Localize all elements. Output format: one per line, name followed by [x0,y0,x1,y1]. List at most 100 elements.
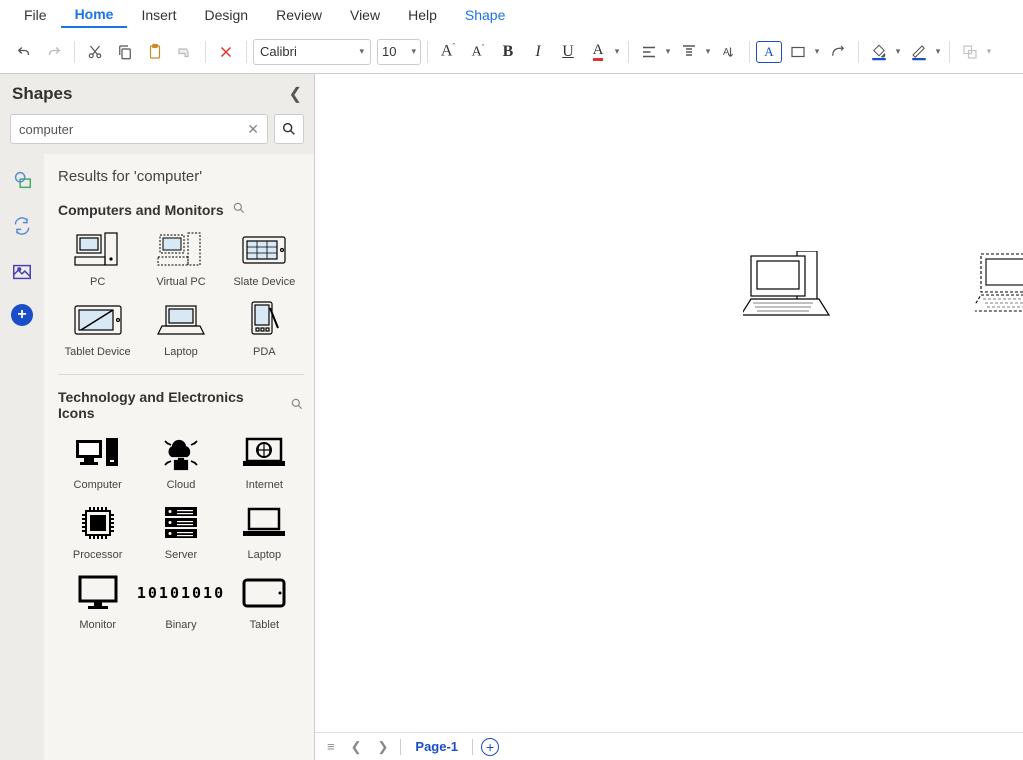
chevron-down-icon[interactable]: ▾ [703,46,713,57]
chevron-down-icon[interactable]: ▾ [812,46,822,57]
page-tab[interactable]: Page-1 [409,739,464,754]
page-tab-bar: ≡ ❮ ❯ Page-1 + [315,732,1023,760]
separator [246,41,247,63]
shape-label: Slate Device [233,276,295,288]
menu-design[interactable]: Design [190,3,262,27]
shape-internet[interactable]: Internet [225,431,304,493]
paste-button[interactable] [141,38,169,66]
arrange-button[interactable] [956,38,984,66]
add-page-button[interactable]: + [481,738,499,756]
rail-add-button[interactable]: + [11,304,33,326]
shape-label: Processor [73,549,123,561]
category-title: Computers and Monitors [58,202,224,218]
shape-label: Laptop [248,549,282,561]
menu-help[interactable]: Help [394,3,451,27]
font-name-select[interactable]: Calibri ▾ [253,39,371,65]
shape-label: Tablet [250,619,279,631]
font-size-value: 10 [382,44,396,59]
binary-row: 1010 [137,585,181,602]
undo-button[interactable] [10,38,38,66]
shape-label: Laptop [164,346,198,358]
rail-shapes-icon[interactable] [8,166,36,194]
decrease-font-button[interactable]: Aˇ [464,38,492,66]
text-block-button[interactable]: A [756,41,782,63]
shape-tablet-solid[interactable]: Tablet [225,571,304,633]
rotate-text-button[interactable]: A [715,38,743,66]
font-color-button[interactable]: A [584,38,612,66]
shape-pda[interactable]: PDA [225,298,304,360]
menu-view[interactable]: View [336,3,394,27]
canvas-shape-pc[interactable] [743,251,831,322]
copy-button[interactable] [111,38,139,66]
chevron-down-icon[interactable]: ▾ [663,46,673,57]
format-painter-button[interactable] [171,38,199,66]
shapes-panel-header: Shapes ❮ [0,74,314,114]
drawing-canvas[interactable]: ≡ ❮ ❯ Page-1 + [315,74,1023,760]
shape-tablet-device[interactable]: Tablet Device [58,298,137,360]
shape-server[interactable]: Server [141,501,220,563]
align-button[interactable] [635,38,663,66]
chevron-down-icon[interactable]: ▾ [933,46,943,57]
delete-button[interactable] [212,38,240,66]
shape-laptop[interactable]: Laptop [141,298,220,360]
canvas-shape-virtual-pc[interactable] [975,249,1023,318]
side-rail: + [0,154,44,760]
collapse-panel-button[interactable]: ❮ [289,84,302,104]
shape-tool-button[interactable] [784,38,812,66]
shape-cloud[interactable]: Cloud [141,431,220,493]
chevron-down-icon: ▾ [359,46,364,57]
increase-font-button[interactable]: Aˆ [434,38,462,66]
next-page-button[interactable]: ❯ [374,739,393,755]
separator [472,739,473,755]
shape-label: PDA [253,346,276,358]
fill-color-button[interactable] [865,38,893,66]
zoom-icon[interactable] [232,201,246,218]
shape-virtual-pc[interactable]: Virtual PC [141,228,220,290]
search-input[interactable] [19,122,247,137]
results-title: Results for 'computer' [58,168,304,185]
results-list[interactable]: Results for 'computer' Computers and Mon… [44,154,314,760]
line-color-button[interactable] [905,38,933,66]
chevron-down-icon: ▾ [411,46,416,57]
pages-menu-button[interactable]: ≡ [323,739,339,754]
connector-button[interactable] [824,38,852,66]
italic-button[interactable]: I [524,38,552,66]
shape-laptop-solid[interactable]: Laptop [225,501,304,563]
separator [427,41,428,63]
menu-review[interactable]: Review [262,3,336,27]
shape-slate-device[interactable]: Slate Device [225,228,304,290]
chevron-down-icon[interactable]: ▾ [893,46,903,57]
menu-insert[interactable]: Insert [127,3,190,27]
divider [58,374,304,375]
shape-computer[interactable]: Computer [58,431,137,493]
underline-button[interactable]: U [554,38,582,66]
category-technology-icons: Technology and Electronics Icons Compute… [58,389,304,633]
menu-file[interactable]: File [10,3,61,27]
menu-home[interactable]: Home [61,2,128,28]
menu-shape[interactable]: Shape [451,3,519,27]
chevron-down-icon[interactable]: ▾ [984,46,994,57]
shape-binary[interactable]: 10101010 Binary [141,571,220,633]
rail-refresh-icon[interactable] [8,212,36,240]
search-button[interactable] [274,114,304,144]
separator [205,41,206,63]
separator [749,41,750,63]
shape-label: Binary [165,619,196,631]
cut-button[interactable] [81,38,109,66]
font-size-select[interactable]: 10 ▾ [377,39,421,65]
shape-monitor[interactable]: Monitor [58,571,137,633]
svg-text:A: A [723,47,730,58]
redo-button[interactable] [40,38,68,66]
shape-pc[interactable]: PC [58,228,137,290]
prev-page-button[interactable]: ❮ [347,739,366,755]
clear-search-button[interactable]: ✕ [247,121,259,138]
shapes-panel-title: Shapes [12,84,72,104]
vertical-align-button[interactable] [675,38,703,66]
chevron-down-icon[interactable]: ▾ [612,46,622,57]
rail-image-icon[interactable] [8,258,36,286]
shape-processor[interactable]: Processor [58,501,137,563]
category-computers-monitors: Computers and Monitors PC Virtual PC [58,201,304,360]
search-row: ✕ [0,114,314,154]
zoom-icon[interactable] [290,397,304,414]
bold-button[interactable]: B [494,38,522,66]
